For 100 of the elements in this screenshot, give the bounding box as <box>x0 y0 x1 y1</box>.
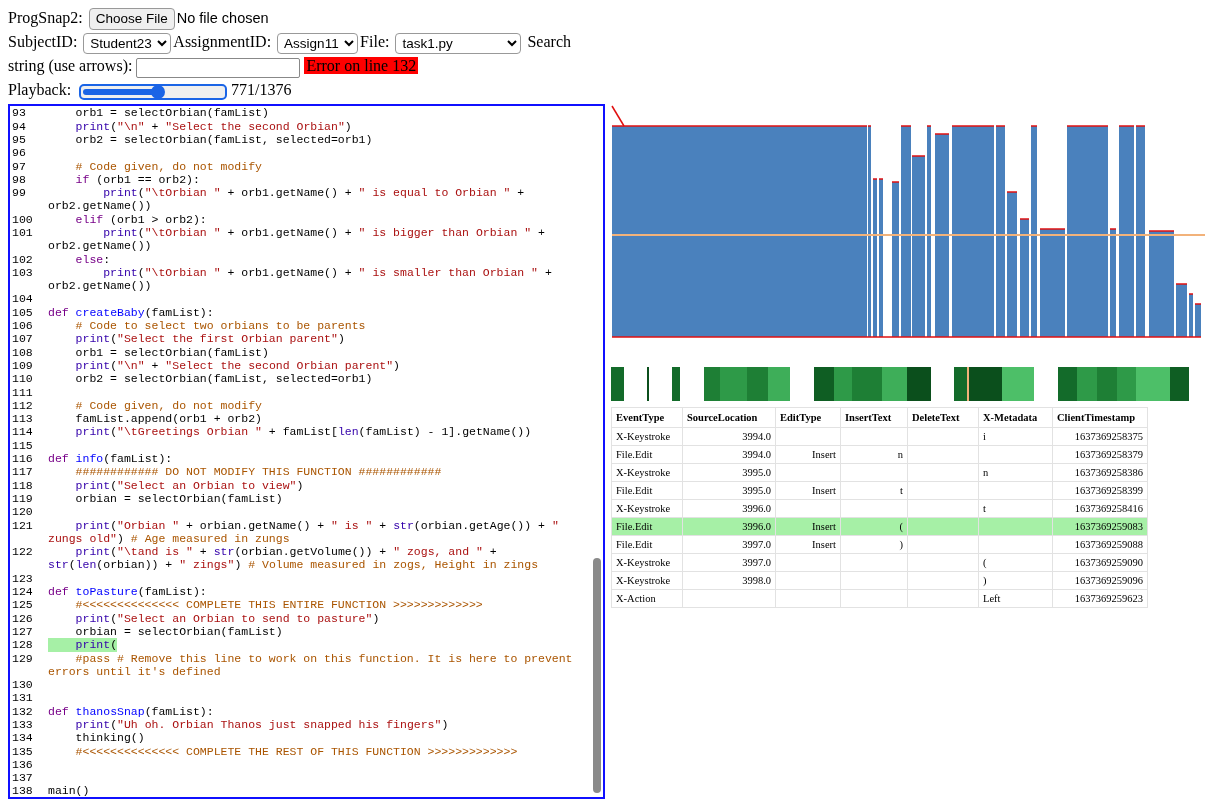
table-cell: Left <box>978 589 1053 608</box>
file-label: ProgSnap2: <box>8 9 83 26</box>
line-number: 138 <box>12 784 34 798</box>
choose-file-button[interactable]: Choose File <box>88 8 175 31</box>
code-line: #<<<<<<<<<<<<<< COMPLETE THIS ENTIRE FUNCTION >>>>>>>>>>>>> <box>74 598 483 612</box>
line-number: 112 <box>12 398 34 413</box>
line-number: 121 <box>12 518 34 532</box>
event-row[interactable]: X-Keystroke 3996.0 t 1637369258416 <box>611 499 1148 518</box>
table-cell: X-Keystroke <box>611 571 683 590</box>
line-number: 110 <box>12 372 34 386</box>
column-header: SourceLocation <box>682 407 776 428</box>
code-line: orbian = selectOrbian(famList) <box>74 491 283 505</box>
line-number: 103 <box>12 265 34 280</box>
line-number: 126 <box>12 611 34 625</box>
line-number: 131 <box>12 691 34 705</box>
table-cell: File.Edit <box>611 481 683 500</box>
line-number: 116 <box>12 452 34 466</box>
table-cell: 3998.0 <box>682 571 776 590</box>
line-number: 133 <box>12 718 34 732</box>
line-number: 108 <box>12 345 34 359</box>
subject-label: SubjectID: <box>8 33 78 51</box>
subject-dropdown[interactable]: Student23 <box>83 33 172 55</box>
table-cell: 3995.0 <box>682 481 776 500</box>
table-cell: 1637369259090 <box>1052 553 1148 572</box>
table-cell: n <box>978 463 1053 482</box>
line-number: 129 <box>12 651 34 665</box>
code-line: thinking() <box>74 731 145 745</box>
table-cell: Insert <box>775 445 841 464</box>
line-number: 105 <box>12 305 34 320</box>
code-line: famList.append(orb1 + orb2) <box>74 412 262 426</box>
table-cell: 1637369259088 <box>1052 535 1148 554</box>
table-cell: t <box>840 481 908 500</box>
table-cell: 1637369258399 <box>1052 481 1148 500</box>
assignment-dropdown[interactable]: Assign11 <box>277 33 359 55</box>
table-cell: ( <box>978 553 1053 572</box>
line-number: 128 <box>12 638 34 652</box>
table-cell: X-Keystroke <box>611 499 683 518</box>
table-cell: Insert <box>775 481 841 500</box>
line-number: 137 <box>12 771 34 785</box>
column-header: EditType <box>775 407 841 428</box>
line-number: 109 <box>12 358 34 373</box>
table-cell: 3996.0 <box>682 499 776 518</box>
table-cell: Insert <box>775 535 841 554</box>
event-row[interactable]: File.Edit 3997.0 Insert ) 1637369259088 <box>611 535 1148 554</box>
file-select-label: File: <box>360 33 390 51</box>
event-row[interactable]: File.Edit 3996.0 Insert ( 1637369259083 <box>611 517 1148 536</box>
line-number: 101 <box>12 226 34 240</box>
code-line: def info(famList): <box>48 452 173 466</box>
line-number: 122 <box>12 545 34 559</box>
table-cell: t <box>978 499 1053 518</box>
event-row[interactable]: X-Keystroke 3998.0 ) 1637369259096 <box>611 571 1148 590</box>
column-header: X-Metadata <box>978 407 1053 428</box>
line-number: 104 <box>12 292 34 306</box>
code-line: print("\n" + "Select the second Orbian") <box>74 119 352 133</box>
search-label: string (use arrows): <box>8 57 133 75</box>
line-number: 115 <box>12 438 34 453</box>
table-cell: 1637369258386 <box>1052 463 1148 482</box>
event-row[interactable]: X-Action Left 1637369259623 <box>611 589 1148 608</box>
slider-thumb[interactable] <box>151 84 166 99</box>
event-row[interactable]: X-Keystroke 3997.0 ( 1637369259090 <box>611 553 1148 572</box>
error-message: Error on line 132 <box>304 57 419 75</box>
line-number: 114 <box>12 425 34 439</box>
code-line: print("Orbian " + orbian.getName() + " is " + str(orbian.getAge()) + " zungs old") # Age measured in zungs <box>48 518 560 545</box>
table-cell: 3997.0 <box>682 535 776 554</box>
event-row[interactable]: File.Edit 3995.0 Insert t 1637369258399 <box>611 481 1148 500</box>
line-number: 127 <box>12 624 34 639</box>
playback-reading: 771/1376 <box>231 81 292 99</box>
table-cell: i <box>978 427 1053 446</box>
scrollbar[interactable] <box>593 558 601 794</box>
column-header: InsertText <box>840 407 908 428</box>
event-row[interactable]: X-Keystroke 3995.0 n 1637369258386 <box>611 463 1148 482</box>
code-line: # Code given, do not modify <box>74 398 262 412</box>
table-cell: n <box>840 445 908 464</box>
event-row[interactable]: X-Keystroke 3994.0 i 1637369258375 <box>611 427 1148 446</box>
line-number: 123 <box>12 571 34 585</box>
table-cell: File.Edit <box>611 535 683 554</box>
playback-slider[interactable] <box>79 83 228 100</box>
code-line: def thanosSnap(famList): <box>48 704 214 718</box>
line-number: 118 <box>12 478 34 492</box>
table-cell: ) <box>978 571 1053 590</box>
code-line: def createBaby(famList): <box>48 305 214 319</box>
search-field[interactable] <box>136 57 301 78</box>
table-cell: 1637369259096 <box>1052 571 1148 590</box>
line-number: 94 <box>12 119 27 133</box>
line-number: 132 <box>12 704 34 718</box>
search-label: Search <box>527 33 571 51</box>
line-number: 107 <box>12 332 34 346</box>
line-number: 97 <box>12 159 27 173</box>
code-line: print("\tand is " + str(orbian.getVolume()) + " zogs, and " + str(len(orbian)) + " zings") # Volume measured in zogs, Height in zings <box>48 545 539 572</box>
file-status: No file chosen <box>176 10 269 26</box>
table-cell: X-Action <box>611 589 683 608</box>
table-cell: 1637369258375 <box>1052 427 1148 446</box>
line-number: 96 <box>12 146 27 160</box>
code-line: print("\tOrbian " + orb1.getName() + " is equal to Orbian " + orb2.getName()) <box>48 186 526 213</box>
table-cell: ) <box>840 535 908 554</box>
line-number: 134 <box>12 731 34 745</box>
line-number: 113 <box>12 412 34 426</box>
line-number: 120 <box>12 505 34 519</box>
event-row[interactable]: File.Edit 3994.0 Insert n 1637369258379 <box>611 445 1148 464</box>
file-dropdown[interactable]: task1.py <box>395 33 522 55</box>
